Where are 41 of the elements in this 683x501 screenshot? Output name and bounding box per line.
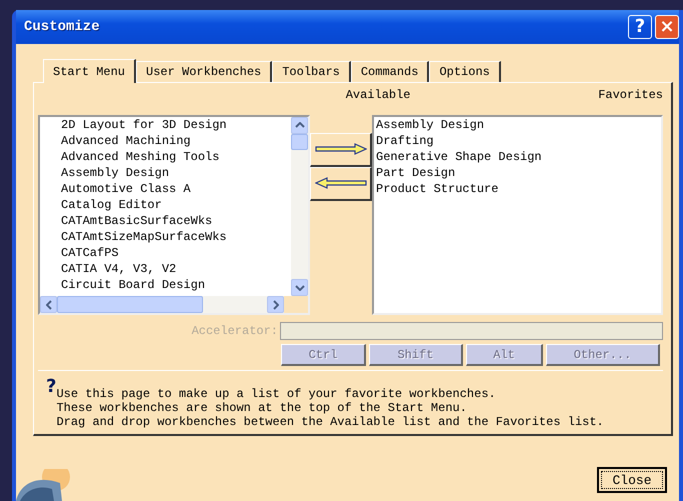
tab[interactable]: Toolbars [272, 61, 351, 82]
vertical-scrollbar[interactable] [291, 116, 308, 296]
left-arrow-icon [314, 177, 366, 190]
right-arrow-icon [314, 143, 366, 156]
add-button[interactable] [310, 132, 372, 167]
list-heading: Available [344, 88, 412, 102]
help-mark: ? [46, 379, 56, 400]
list-heading: Favorites [598, 88, 663, 102]
list-item[interactable]: Advanced Machining [61, 132, 291, 149]
remove-button[interactable] [310, 166, 372, 201]
list-item[interactable]: CATIA V4, V3, V2 [61, 260, 291, 277]
close-button[interactable]: × [655, 15, 679, 39]
help-text: Drag and drop workbenches between the Available list and the Favorites list. [56, 415, 604, 430]
tab[interactable]: Commands [350, 61, 430, 82]
list-item[interactable]: Assembly Design [61, 164, 291, 181]
horizontal-scrollbar[interactable] [40, 296, 308, 314]
scroll-thumb[interactable] [291, 134, 308, 150]
list-item[interactable]: Generative Shape Design [376, 148, 659, 165]
list-item[interactable]: CATCafPS [61, 244, 291, 261]
help-button[interactable]: ? [628, 15, 652, 39]
tab[interactable]: Options [429, 61, 501, 82]
scroll-thumb[interactable] [57, 296, 203, 314]
close-button[interactable]: Close [597, 467, 667, 493]
accelerator-label: Accelerator: [190, 324, 278, 338]
scrollbar-corner [284, 296, 308, 314]
list-item[interactable]: Drafting [376, 132, 659, 149]
list-item[interactable]: CATAmtBasicSurfaceWks [61, 212, 291, 229]
window-title: Customize [24, 19, 101, 35]
list-item[interactable]: Product Structure [376, 180, 659, 197]
tab[interactable]: Start Menu [43, 59, 136, 83]
help-text: Use this page to make up a list of your favorite workbenches. [56, 387, 497, 402]
list-item[interactable]: Automotive Class A [61, 180, 291, 197]
list-item[interactable]: Advanced Meshing Tools [61, 148, 291, 165]
list-item[interactable]: Part Design [376, 164, 659, 181]
help-text: These workbenches are shown at the top of the Start Menu. [56, 401, 468, 416]
list-item[interactable]: Catalog Editor [61, 196, 291, 213]
list-item[interactable]: 2D Layout for 3D Design [61, 116, 291, 133]
list-item[interactable]: Assembly Design [376, 116, 659, 133]
list-item[interactable]: Circuit Board Design [61, 276, 291, 293]
tab[interactable]: User Workbenches [136, 61, 272, 82]
list-item[interactable]: CATAmtSizeMapSurfaceWks [61, 228, 291, 245]
